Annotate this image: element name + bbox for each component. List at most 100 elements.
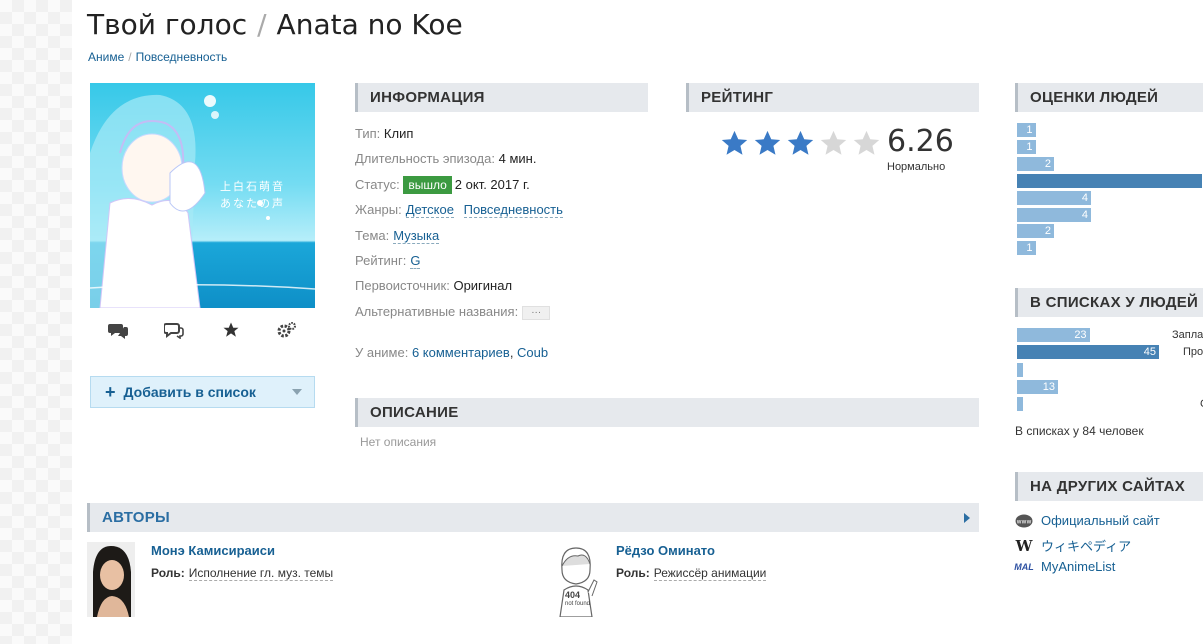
- wikipedia-link[interactable]: W ウィキペディア: [1015, 536, 1132, 555]
- add-to-list-button[interactable]: + Добавить в список: [90, 376, 315, 408]
- info-source-label: Первоисточник:: [355, 278, 450, 293]
- authors-heading: АВТОРЫ: [102, 509, 171, 526]
- breadcrumb: Аниме / Повседневность: [88, 50, 227, 64]
- rating-heading: РЕЙТИНГ: [701, 89, 774, 106]
- wikipedia-label[interactable]: ウィキペディア: [1041, 536, 1131, 555]
- list-bar-label: Про: [1183, 346, 1203, 359]
- status-badge: вышло: [403, 176, 452, 194]
- author-role-value-2[interactable]: Режиссёр анимации: [653, 566, 767, 581]
- author-photo-1[interactable]: [87, 542, 135, 617]
- alt-names-expand-button[interactable]: ···: [522, 305, 551, 320]
- info-type-label: Тип:: [355, 126, 381, 141]
- info-status-label: Статус:: [355, 177, 400, 192]
- star-empty-icon: [820, 130, 847, 155]
- list-bar: [1017, 397, 1023, 412]
- settings-icon[interactable]: [273, 318, 301, 342]
- title-separator: /: [257, 8, 267, 41]
- author-role-label-1: Роль:: [151, 566, 185, 580]
- author-role-1: Роль: Исполнение гл. муз. темы: [151, 566, 334, 581]
- myanimelist-link[interactable]: MAL MyAnimeList: [1014, 559, 1115, 574]
- breadcrumb-divider: /: [128, 50, 132, 64]
- info-duration-row: Длительность эпизода: 4 мин.: [355, 151, 536, 166]
- rating-section-header: РЕЙТИНГ: [686, 83, 979, 112]
- info-theme-row: Тема: Музыка: [355, 228, 440, 244]
- plus-icon: +: [105, 381, 116, 402]
- title-romaji: Anata no Koe: [276, 8, 463, 41]
- star-empty-icon: [853, 130, 880, 155]
- scores-section-header: ОЦЕНКИ ЛЮДЕЙ: [1015, 83, 1203, 112]
- info-source-value: Оригинал: [453, 278, 513, 293]
- wikipedia-icon: W: [1015, 536, 1033, 555]
- info-rating-label: Рейтинг:: [355, 253, 407, 268]
- rating-score: 6.26: [887, 124, 954, 159]
- info-source-row: Первоисточник: Оригинал: [355, 278, 512, 293]
- age-rating-link[interactable]: G: [410, 253, 421, 269]
- placeholder-404-text: 404: [565, 590, 581, 600]
- comments-icon[interactable]: [104, 318, 132, 342]
- genre-link-children[interactable]: Детское: [405, 202, 454, 218]
- coub-link[interactable]: Coub: [517, 345, 548, 360]
- official-site-link[interactable]: www Официальный сайт: [1015, 513, 1160, 528]
- star-filled-icon: [754, 130, 781, 155]
- other-sites-heading: НА ДРУГИХ САЙТАХ: [1030, 478, 1186, 495]
- author-name-2[interactable]: Рёдзо Оминато: [616, 543, 766, 558]
- comments-link[interactable]: 6 комментариев: [412, 345, 510, 360]
- info-theme-label: Тема:: [355, 228, 390, 243]
- info-anime-label: У аниме:: [355, 345, 409, 360]
- description-section-header: ОПИСАНИЕ: [355, 398, 979, 427]
- info-status-date: 2 окт. 2017 г.: [454, 177, 530, 192]
- breadcrumb-anime[interactable]: Аниме: [88, 50, 124, 64]
- score-bar: 1: [1017, 241, 1036, 256]
- breadcrumb-genre[interactable]: Повседневность: [136, 50, 228, 64]
- info-type-value: Клип: [383, 126, 414, 141]
- author-photo-2[interactable]: 404 not found: [550, 542, 600, 618]
- author-role-value-1[interactable]: Исполнение гл. муз. темы: [188, 566, 334, 581]
- info-anime-links-row: У аниме: 6 комментариев, Coub: [355, 345, 549, 360]
- description-heading: ОПИСАНИЕ: [370, 404, 459, 421]
- score-bar: [1017, 173, 1202, 188]
- authors-expand-arrow-icon[interactable]: [964, 513, 970, 523]
- author-role-2: Роль: Режиссёр анимации: [616, 566, 767, 581]
- info-rating-row: Рейтинг: G: [355, 253, 421, 269]
- discussion-icon[interactable]: [160, 318, 188, 342]
- info-genres-row: Жанры: Детское Повседневность: [355, 202, 563, 218]
- dropdown-caret-icon[interactable]: [292, 389, 302, 395]
- lists-total: В списках у 84 человек: [1015, 424, 1144, 438]
- score-bar: 2: [1017, 156, 1054, 171]
- poster-caption-1: 上白石萌音: [220, 181, 285, 193]
- official-site-label[interactable]: Официальный сайт: [1041, 513, 1160, 528]
- svg-text:www: www: [1017, 518, 1032, 525]
- score-bar: 4: [1017, 207, 1091, 222]
- genre-link-slice-of-life[interactable]: Повседневность: [463, 202, 563, 218]
- score-bar: 2: [1017, 224, 1054, 239]
- favorite-star-icon[interactable]: [217, 318, 245, 342]
- rating-word: Нормально: [887, 161, 946, 173]
- info-section-header: ИНФОРМАЦИЯ: [355, 83, 648, 112]
- lists-section-header: В СПИСКАХ У ЛЮДЕЙ: [1015, 288, 1203, 317]
- www-icon: www: [1015, 514, 1033, 528]
- list-bar: [1017, 362, 1023, 377]
- info-duration-label: Длительность эпизода:: [355, 151, 495, 166]
- theme-link-music[interactable]: Музыка: [393, 228, 440, 244]
- list-bar: 45: [1017, 345, 1159, 360]
- list-bar: 23: [1017, 328, 1090, 342]
- mal-icon: MAL: [1014, 561, 1034, 572]
- author-name-1[interactable]: Монэ Камисираиси: [151, 543, 333, 558]
- add-to-list-label: Добавить в список: [123, 384, 256, 400]
- lists-heading: В СПИСКАХ У ЛЮДЕЙ: [1030, 294, 1199, 311]
- info-genres-label: Жанры:: [355, 202, 402, 217]
- scores-heading: ОЦЕНКИ ЛЮДЕЙ: [1030, 89, 1159, 106]
- description-text: Нет описания: [360, 435, 437, 449]
- author-card-1: Монэ Камисираиси Роль: Исполнение гл. муз…: [151, 543, 334, 581]
- info-alt-names-label: Альтернативные названия:: [355, 304, 519, 319]
- score-bar: 1: [1017, 123, 1036, 137]
- poster-image[interactable]: 上白石萌音 あなたの声: [90, 83, 315, 308]
- author-role-label-2: Роль:: [616, 566, 650, 580]
- poster-caption-2: あなたの声: [220, 198, 285, 210]
- authors-section-header: АВТОРЫ: [87, 503, 979, 532]
- myanimelist-label[interactable]: MyAnimeList: [1041, 559, 1115, 574]
- other-sites-section-header: НА ДРУГИХ САЙТАХ: [1015, 472, 1203, 501]
- background-pattern: [0, 0, 72, 644]
- score-bar: 4: [1017, 190, 1091, 205]
- placeholder-not-found-text: not found: [565, 601, 591, 607]
